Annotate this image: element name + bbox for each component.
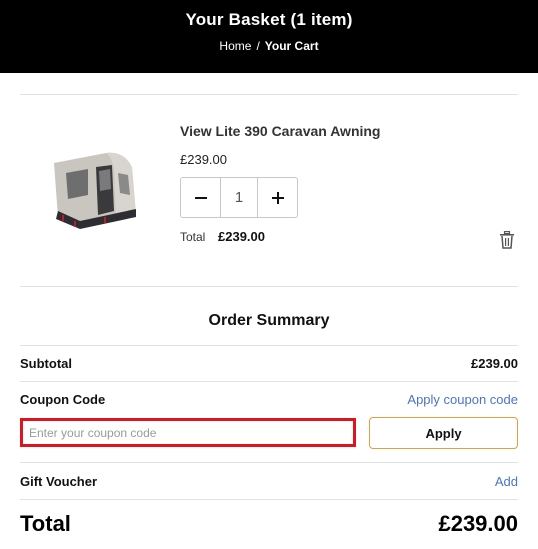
divider: [20, 499, 518, 500]
apply-coupon-link[interactable]: Apply coupon code: [407, 392, 518, 407]
remove-item-button[interactable]: [499, 230, 515, 249]
subtotal-label: Subtotal: [20, 356, 72, 371]
breadcrumb-home-link[interactable]: Home: [219, 39, 251, 53]
page-title: Your Basket (1 item): [185, 10, 353, 29]
divider: [20, 381, 518, 382]
decrease-quantity-button[interactable]: [181, 178, 220, 217]
breadcrumb-separator: /: [256, 39, 260, 53]
gift-voucher-label: Gift Voucher: [20, 474, 98, 489]
quantity-value[interactable]: 1: [220, 178, 258, 217]
divider: [20, 462, 518, 463]
increase-quantity-button[interactable]: [258, 178, 297, 217]
page-header: Your Basket (1 item) Home / Your Cart: [0, 0, 538, 73]
trash-icon: [500, 230, 514, 249]
product-price: £239.00: [180, 152, 227, 167]
divider: [20, 94, 518, 95]
breadcrumb-current: Your Cart: [264, 39, 319, 53]
minus-icon: [194, 196, 207, 199]
apply-coupon-button[interactable]: Apply: [369, 417, 518, 449]
product-image[interactable]: [44, 145, 144, 233]
grand-total-value: £239.00: [438, 511, 518, 536]
item-total-label: Total: [180, 230, 206, 244]
coupon-code-input[interactable]: [20, 418, 356, 447]
quantity-stepper: 1: [180, 177, 298, 218]
add-gift-voucher-link[interactable]: Add: [495, 474, 518, 489]
order-summary-title: Order Summary: [208, 312, 330, 329]
subtotal-value: £239.00: [471, 356, 518, 371]
grand-total-label: Total: [20, 511, 71, 536]
coupon-code-label: Coupon Code: [20, 392, 106, 407]
divider: [20, 345, 518, 346]
breadcrumb: Home / Your Cart: [0, 39, 538, 53]
plus-icon: [271, 191, 284, 204]
item-total-value: £239.00: [218, 229, 265, 244]
divider: [20, 286, 518, 287]
product-name[interactable]: View Lite 390 Caravan Awning: [180, 123, 380, 139]
